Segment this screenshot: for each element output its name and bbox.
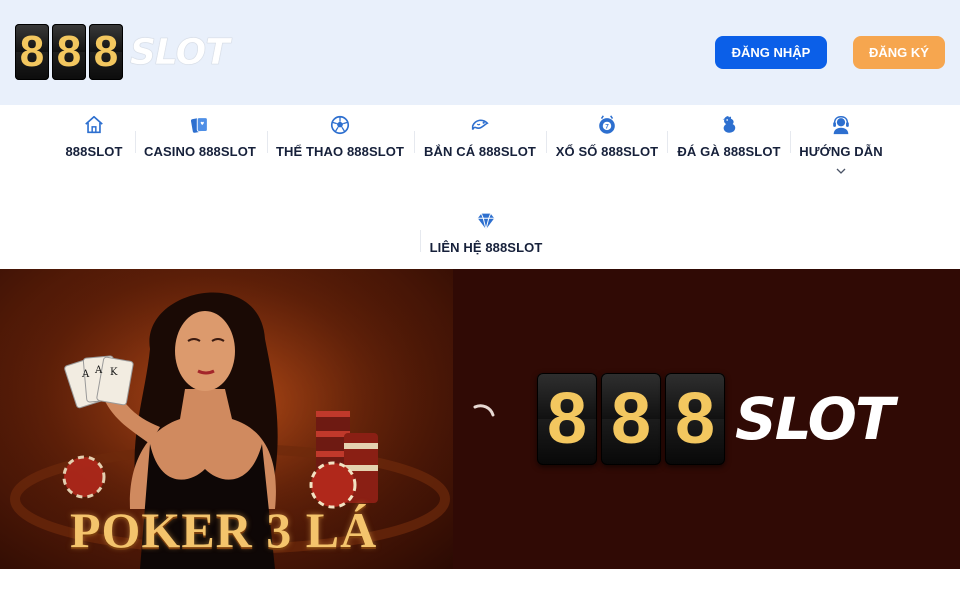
nav-divider: [135, 131, 136, 153]
logo-digit: 8: [52, 24, 86, 80]
site-logo[interactable]: 8 8 8 SLOT: [15, 24, 230, 80]
svg-text:A: A: [81, 369, 90, 380]
nav-item-sports[interactable]: THỂ THAO 888SLOT: [276, 114, 404, 159]
register-button[interactable]: ĐĂNG KÝ: [853, 36, 945, 69]
main-nav: 888SLOT CASINO 888SLOT THỂ THAO 888SLOT …: [0, 105, 960, 269]
login-button[interactable]: ĐĂNG NHẬP: [715, 36, 827, 69]
nav-item-label: 888SLOT: [65, 144, 123, 159]
nav-item-label: BẮN CÁ 888SLOT: [424, 144, 536, 159]
nav-item-label: ĐÁ GÀ 888SLOT: [677, 144, 781, 159]
site-header: 8 8 8 SLOT ĐĂNG NHẬP ĐĂNG KÝ: [0, 0, 960, 105]
nav-divider: [790, 131, 791, 153]
nav-item-label: XỔ SỐ 888SLOT: [555, 144, 659, 159]
brand-logo: 8 8 8 SLOT: [537, 373, 895, 465]
cards-icon: [190, 117, 208, 133]
nav-divider: [420, 230, 421, 252]
chevron-down-icon[interactable]: [835, 167, 847, 175]
nav-item-guide[interactable]: HƯỚNG DẪN: [799, 114, 883, 175]
nav-item-fishing[interactable]: BẮN CÁ 888SLOT: [423, 114, 537, 159]
nav-item-lottery[interactable]: 7 XỔ SỐ 888SLOT: [555, 114, 659, 159]
home-icon: [85, 115, 103, 134]
rooster-icon: [722, 116, 736, 133]
loading-spinner-icon: [473, 404, 495, 417]
nav-item-label: HƯỚNG DẪN: [799, 144, 883, 159]
svg-text:A: A: [94, 365, 103, 376]
nav-item-label: THỂ THAO 888SLOT: [276, 144, 405, 159]
logo-digit: 8: [89, 24, 123, 80]
nav-item-casino[interactable]: CASINO 888SLOT: [144, 114, 256, 159]
logo-word: SLOT: [130, 31, 230, 73]
nav-divider: [546, 131, 547, 153]
support-agent-icon: [833, 116, 849, 135]
nav-item-cockfight[interactable]: ĐÁ GÀ 888SLOT: [676, 114, 782, 159]
brand-logo-digit: 8: [601, 373, 661, 465]
nav-divider: [667, 131, 668, 153]
svg-text:K: K: [110, 367, 118, 378]
lottery-ball-icon: 7: [599, 115, 615, 134]
soccer-ball-icon: [330, 115, 350, 135]
poker-promo-image[interactable]: A A K POKER 3 LÁ: [0, 269, 453, 569]
logo-digit: 8: [15, 24, 49, 80]
svg-text:7: 7: [605, 123, 609, 130]
brand-logo-word: SLOT: [735, 385, 895, 453]
nav-item-label: CASINO 888SLOT: [144, 144, 256, 159]
nav-divider: [267, 131, 268, 153]
nav-item-contact[interactable]: LIÊN HỆ 888SLOT: [429, 210, 543, 255]
poker-title: POKER 3 LÁ: [70, 502, 378, 558]
nav-divider: [414, 131, 415, 153]
nav-item-home[interactable]: 888SLOT: [64, 114, 124, 159]
nav-item-label: LIÊN HỆ 888SLOT: [429, 240, 543, 255]
brand-logo-digit: 8: [665, 373, 725, 465]
fish-icon: [471, 119, 489, 130]
diamond-icon: [477, 213, 495, 230]
brand-logo-digit: 8: [537, 373, 597, 465]
